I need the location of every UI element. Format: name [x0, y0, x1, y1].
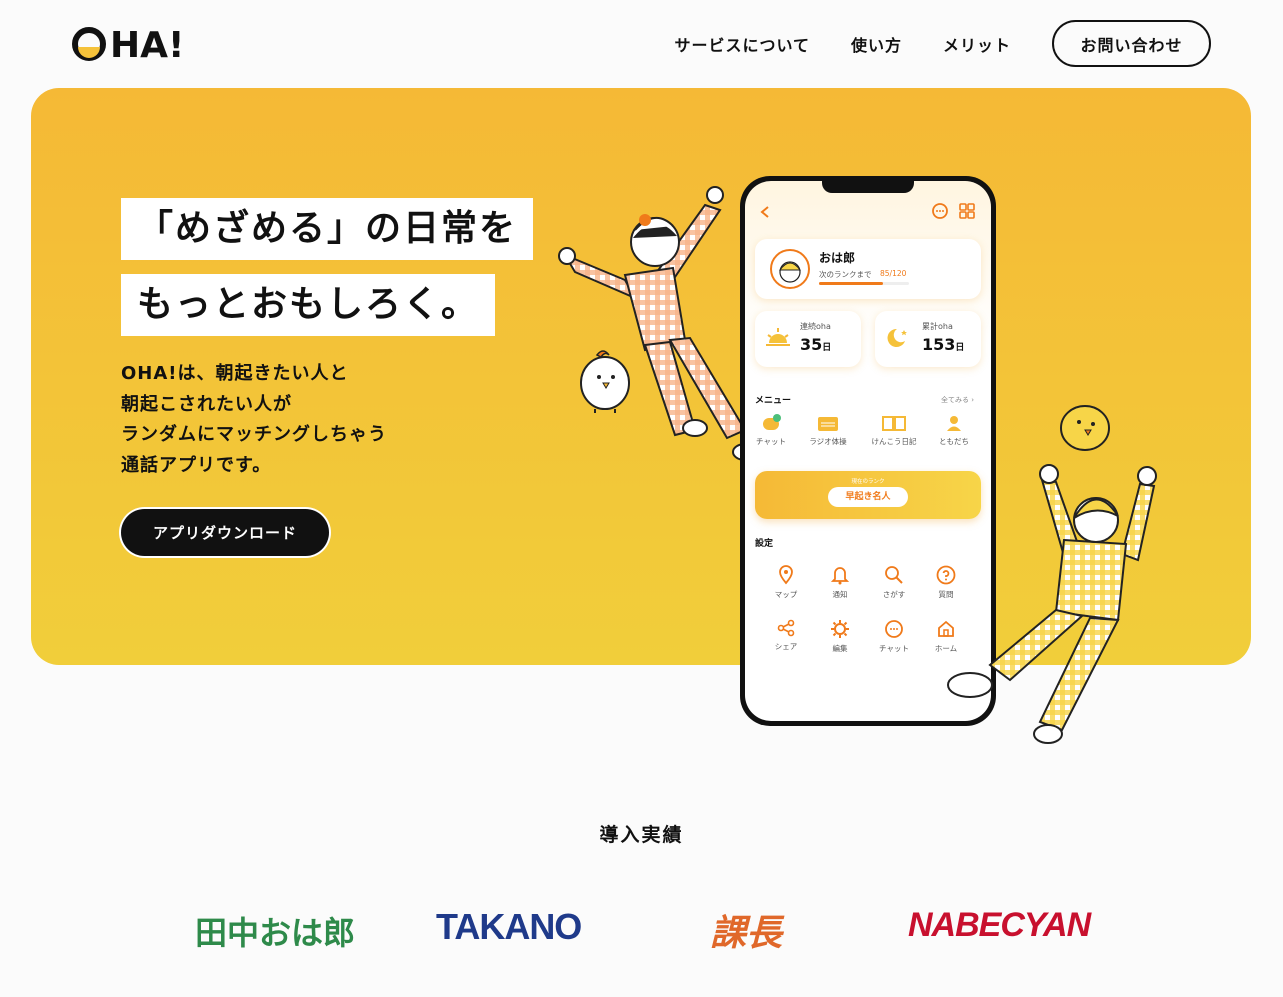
hero-headline-1: 「めざめる」の日常を: [121, 198, 534, 260]
radio-icon: [818, 417, 838, 431]
hero-headline-2: もっとおもしろく。: [121, 274, 496, 336]
bell-icon: [831, 567, 849, 585]
see-all-link[interactable]: 全てみる ›: [941, 395, 974, 405]
svg-text:HA!: HA!: [110, 25, 184, 64]
setting-edit[interactable]: 編集: [817, 619, 863, 654]
streak-label: 連続oha: [800, 322, 831, 331]
total-value: 153日: [922, 335, 965, 354]
hero-lead: OHA!は、朝起きたい人と 朝起こされたい人が ランダムにマッチングしちゃう 通…: [121, 359, 387, 481]
menu-chat[interactable]: チャット: [748, 414, 794, 447]
nav-service[interactable]: サービスについて: [674, 32, 810, 56]
oha-logo-mark: HA!: [72, 25, 184, 64]
phone-notch: [822, 181, 914, 193]
hero-lead-line: 通話アプリです。: [121, 454, 272, 476]
total-card: 累計oha 153日: [875, 311, 981, 367]
search-icon: [885, 566, 903, 584]
client-logo-kacho: 課長: [710, 913, 783, 954]
current-rank-badge: 早起き名人: [828, 487, 908, 507]
setting-share[interactable]: シェア: [763, 619, 809, 652]
chat-bubble-icon: [885, 620, 903, 638]
person-icon: [947, 416, 961, 431]
next-rank-value: 85/120: [880, 269, 907, 278]
setting-map[interactable]: マップ: [763, 565, 809, 600]
share-icon: [777, 619, 795, 637]
setting-chat[interactable]: チャット: [871, 619, 917, 654]
rank-progress-bar: [819, 282, 909, 285]
main-nav: サービスについて 使い方 メリット お問い合わせ: [633, 20, 1211, 67]
streak-card: 連続oha 35日: [755, 311, 861, 367]
hero-lead-line: ランダムにマッチングしちゃう: [121, 424, 387, 445]
grid-menu-icon[interactable]: [958, 202, 976, 220]
contact-button[interactable]: お問い合わせ: [1052, 20, 1211, 67]
chat-icon: [763, 414, 781, 430]
girl-character-illustration: [558, 186, 758, 461]
menu-health-diary[interactable]: けんこう日記: [871, 414, 917, 447]
settings-title: 設定: [755, 539, 774, 549]
chat-bubble-icon[interactable]: [931, 202, 949, 220]
moon-icon: [887, 328, 907, 347]
menu-radio-exercise[interactable]: ラジオ体操: [805, 414, 851, 447]
client-logo-nabecyan: NABECYAN: [908, 906, 1091, 944]
map-pin-icon: [779, 565, 793, 585]
profile-card[interactable]: おは郎 次のランクまで 85/120: [755, 239, 981, 299]
avatar: [770, 249, 810, 289]
next-rank-label: 次のランクまで: [819, 270, 872, 279]
book-icon: [882, 416, 906, 431]
client-logo-tanaka: 田中おは郎: [195, 914, 356, 952]
sunrise-icon: [766, 328, 790, 346]
chick-illustration: [580, 350, 630, 413]
menu-friends[interactable]: ともだち: [931, 414, 977, 447]
nav-how-to[interactable]: 使い方: [851, 32, 902, 56]
yellow-chick-illustration: [1060, 405, 1110, 451]
total-label: 累計oha: [922, 322, 953, 331]
user-name: おは郎: [819, 251, 856, 265]
back-arrow-icon[interactable]: [759, 205, 771, 219]
menu-title: メニュー: [755, 396, 792, 406]
nav-merit[interactable]: メリット: [943, 32, 1011, 56]
gear-icon: [831, 620, 849, 638]
setting-search[interactable]: さがす: [871, 565, 917, 600]
app-download-button[interactable]: アプリダウンロード: [121, 509, 329, 556]
hero-lead-line: OHA!は、朝起きたい人と: [121, 363, 349, 384]
streak-value: 35日: [800, 335, 832, 354]
rank-progress-fill: [819, 282, 883, 285]
setting-notification[interactable]: 通知: [817, 565, 863, 600]
client-logo-takano: TAKANO: [436, 906, 582, 947]
oha-logo[interactable]: HA!: [70, 24, 208, 64]
clients-title: 導入実績: [599, 824, 684, 846]
boy-character-illustration: [947, 464, 1157, 744]
hero-lead-line: 朝起こされたい人が: [121, 393, 292, 415]
